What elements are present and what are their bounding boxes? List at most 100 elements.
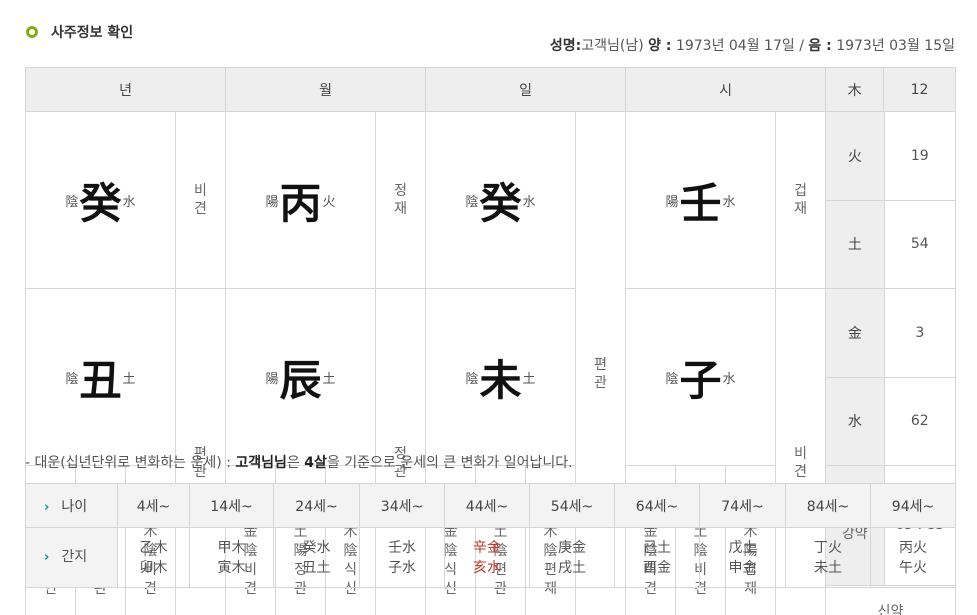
daeun-age-header: › 나이 [25,483,118,528]
daeun-branch: 未土 [814,559,842,576]
element-mark: 水 [522,194,536,210]
element-value-water: 62 [910,413,929,430]
yinyang-mark: 陰 [465,371,479,387]
element-name-wood: 木 [825,67,885,112]
daeun-desc-mid: 은 [286,455,305,471]
element-subtable: 金3 水 62 [826,289,956,465]
strength-result: 신약 [877,603,904,615]
heavenly-stem-char: 壬 [679,178,722,228]
ten-god-label: 비견 [194,183,207,217]
branch-cell-day: 陰未土 [425,288,577,466]
daeun-stem: 甲木 [217,539,246,556]
branch-cell-month: 陽辰土 [225,288,377,466]
element-mark: 水 [722,371,736,387]
person-info: 성명:고객님(남) 양 : 1973년 04월 17일 / 음 : 1973년 … [550,35,955,55]
earthly-branch-char: 丑 [79,355,122,405]
daeun-age-cell: 24세~ [273,483,360,528]
element-subtable: 火 19 土 54 [826,112,956,288]
daeun-desc-age: 4살 [304,455,327,471]
daeun-ganji-cell: 癸水 丑土 [273,527,360,588]
daeun-branch: 寅木 [217,559,246,576]
element-counts-fire-earth: 火 19 土 54 [825,111,957,289]
yinyang-mark: 陰 [465,194,479,210]
heavenly-stem-char: 癸 [79,178,122,228]
ten-god-label: 정재 [394,183,407,217]
daeun-desc-name: 고객님님 [235,455,287,471]
element-name-earth: 土 [826,200,885,288]
daeun-branch: 申金 [728,559,757,576]
pillar-header-year: 년 [24,67,227,112]
daeun-age-row: › 나이 4세~ 14세~ 24세~ 34세~ 44세~ 54세~ 64세~ 74세~ 84세~ 9… [25,483,956,528]
ganji-label: 간지 [61,549,88,565]
stem-god-year: 비견 [174,111,227,289]
daeun-ganji-cell: 丙火 午火 [870,527,956,588]
daeun-stem: 壬水 [388,539,416,556]
daeun-branch: 戌土 [558,559,586,576]
ten-god-label: 비견 [794,445,807,480]
earthly-branch-char: 子 [679,355,722,405]
daeun-ganji-header: › 간지 [25,527,118,588]
daeun-age-cell: 4세~ [117,483,190,528]
bullet-circle-icon [26,26,38,38]
daeun-branch: 丑土 [302,559,331,576]
daeun-stem: 癸水 [302,539,331,556]
daeun-table: › 나이 4세~ 14세~ 24세~ 34세~ 44세~ 54세~ 64세~ 74세~ 84세~ 9… [25,483,956,588]
daeun-ganji-cell: 丁火 未土 [785,527,871,588]
element-mark: 土 [522,371,536,387]
daeun-branch: 午火 [899,559,927,576]
daeun-ganji-cell: 乙木 卯木 [117,527,190,588]
date-separator: / [799,38,804,54]
element-mark: 水 [122,194,136,210]
daeun-ganji-cell: 戊土 申金 [699,527,786,588]
solar-label: 양 : [648,38,672,54]
daeun-ganji-cell: 甲木 寅木 [189,527,274,588]
element-name-fire: 火 [826,112,885,201]
ten-god-label: 편관 [594,357,607,391]
daeun-age-cell: 34세~ [359,483,445,528]
daeun-branch: 卯木 [139,559,168,576]
yinyang-mark: 陰 [65,371,79,387]
yinyang-mark: 陰 [65,194,79,210]
daeun-age-cell: 14세~ [189,483,274,528]
daeun-branch: 亥水 [473,559,501,576]
daeun-age-cell: 84세~ [785,483,871,528]
lunar-label: 음 : [808,38,832,54]
element-value-metal: 3 [884,289,956,378]
stem-god-month: 정재 [375,111,427,289]
daeun-stem: 戊土 [728,539,757,556]
pillar-header-hour: 시 [625,67,827,112]
daeun-desc-suffix: 을 기준으로 운세의 큰 변화가 일어납니다. [326,455,573,471]
daeun-ganji-row: › 간지 乙木 卯木 甲木 寅木 癸水 丑土 壬水 子水 辛金 亥水 庚金 戌土 己土 酉金 戊土 申金 丁火 未土… [25,527,956,588]
daeun-stem: 乙木 [139,539,168,556]
daeun-age-cell: 54세~ [529,483,615,528]
yinyang-mark: 陰 [665,371,679,387]
daeun-age-cell: 94세~ [870,483,956,528]
pillar-header-month: 월 [225,67,427,112]
stem-cell-day: 陰癸水 [425,111,577,289]
element-mark: 土 [122,371,136,387]
branch-cell-year: 陰丑土 [25,288,176,466]
name-label: 성명: [549,38,582,54]
earthly-branch-char: 未 [479,355,522,405]
daeun-stem: 辛金 [473,539,501,556]
daeun-ganji-cell: 己土 酉金 [614,527,700,588]
stem-cell-hour: 陽壬水 [625,111,777,289]
yinyang-mark: 陽 [265,371,279,387]
stem-cell-month: 陽丙火 [225,111,377,289]
section-title: 사주정보 확인 [26,22,133,42]
daeun-ganji-cell: 壬水 子水 [359,527,445,588]
stem-cell-year: 陰癸水 [25,111,176,289]
daeun-age-cell: 44세~ [444,483,530,528]
daeun-age-cell: 74세~ [699,483,786,528]
element-value-earth: 54 [910,236,929,253]
daeun-age-cell: 64세~ [614,483,700,528]
element-value-fire: 19 [884,112,956,201]
age-label: 나이 [61,498,88,515]
element-mark: 火 [322,194,336,210]
solar-date: 1973년 04월 17일 [675,38,795,54]
element-counts-metal-water: 金3 水 62 [825,288,957,466]
element-value-wood: 12 [883,67,957,112]
daeun-ganji-cell: 庚金 戌土 [529,527,615,588]
ten-god-label: 겁재 [794,183,807,217]
element-mark: 水 [722,194,736,210]
